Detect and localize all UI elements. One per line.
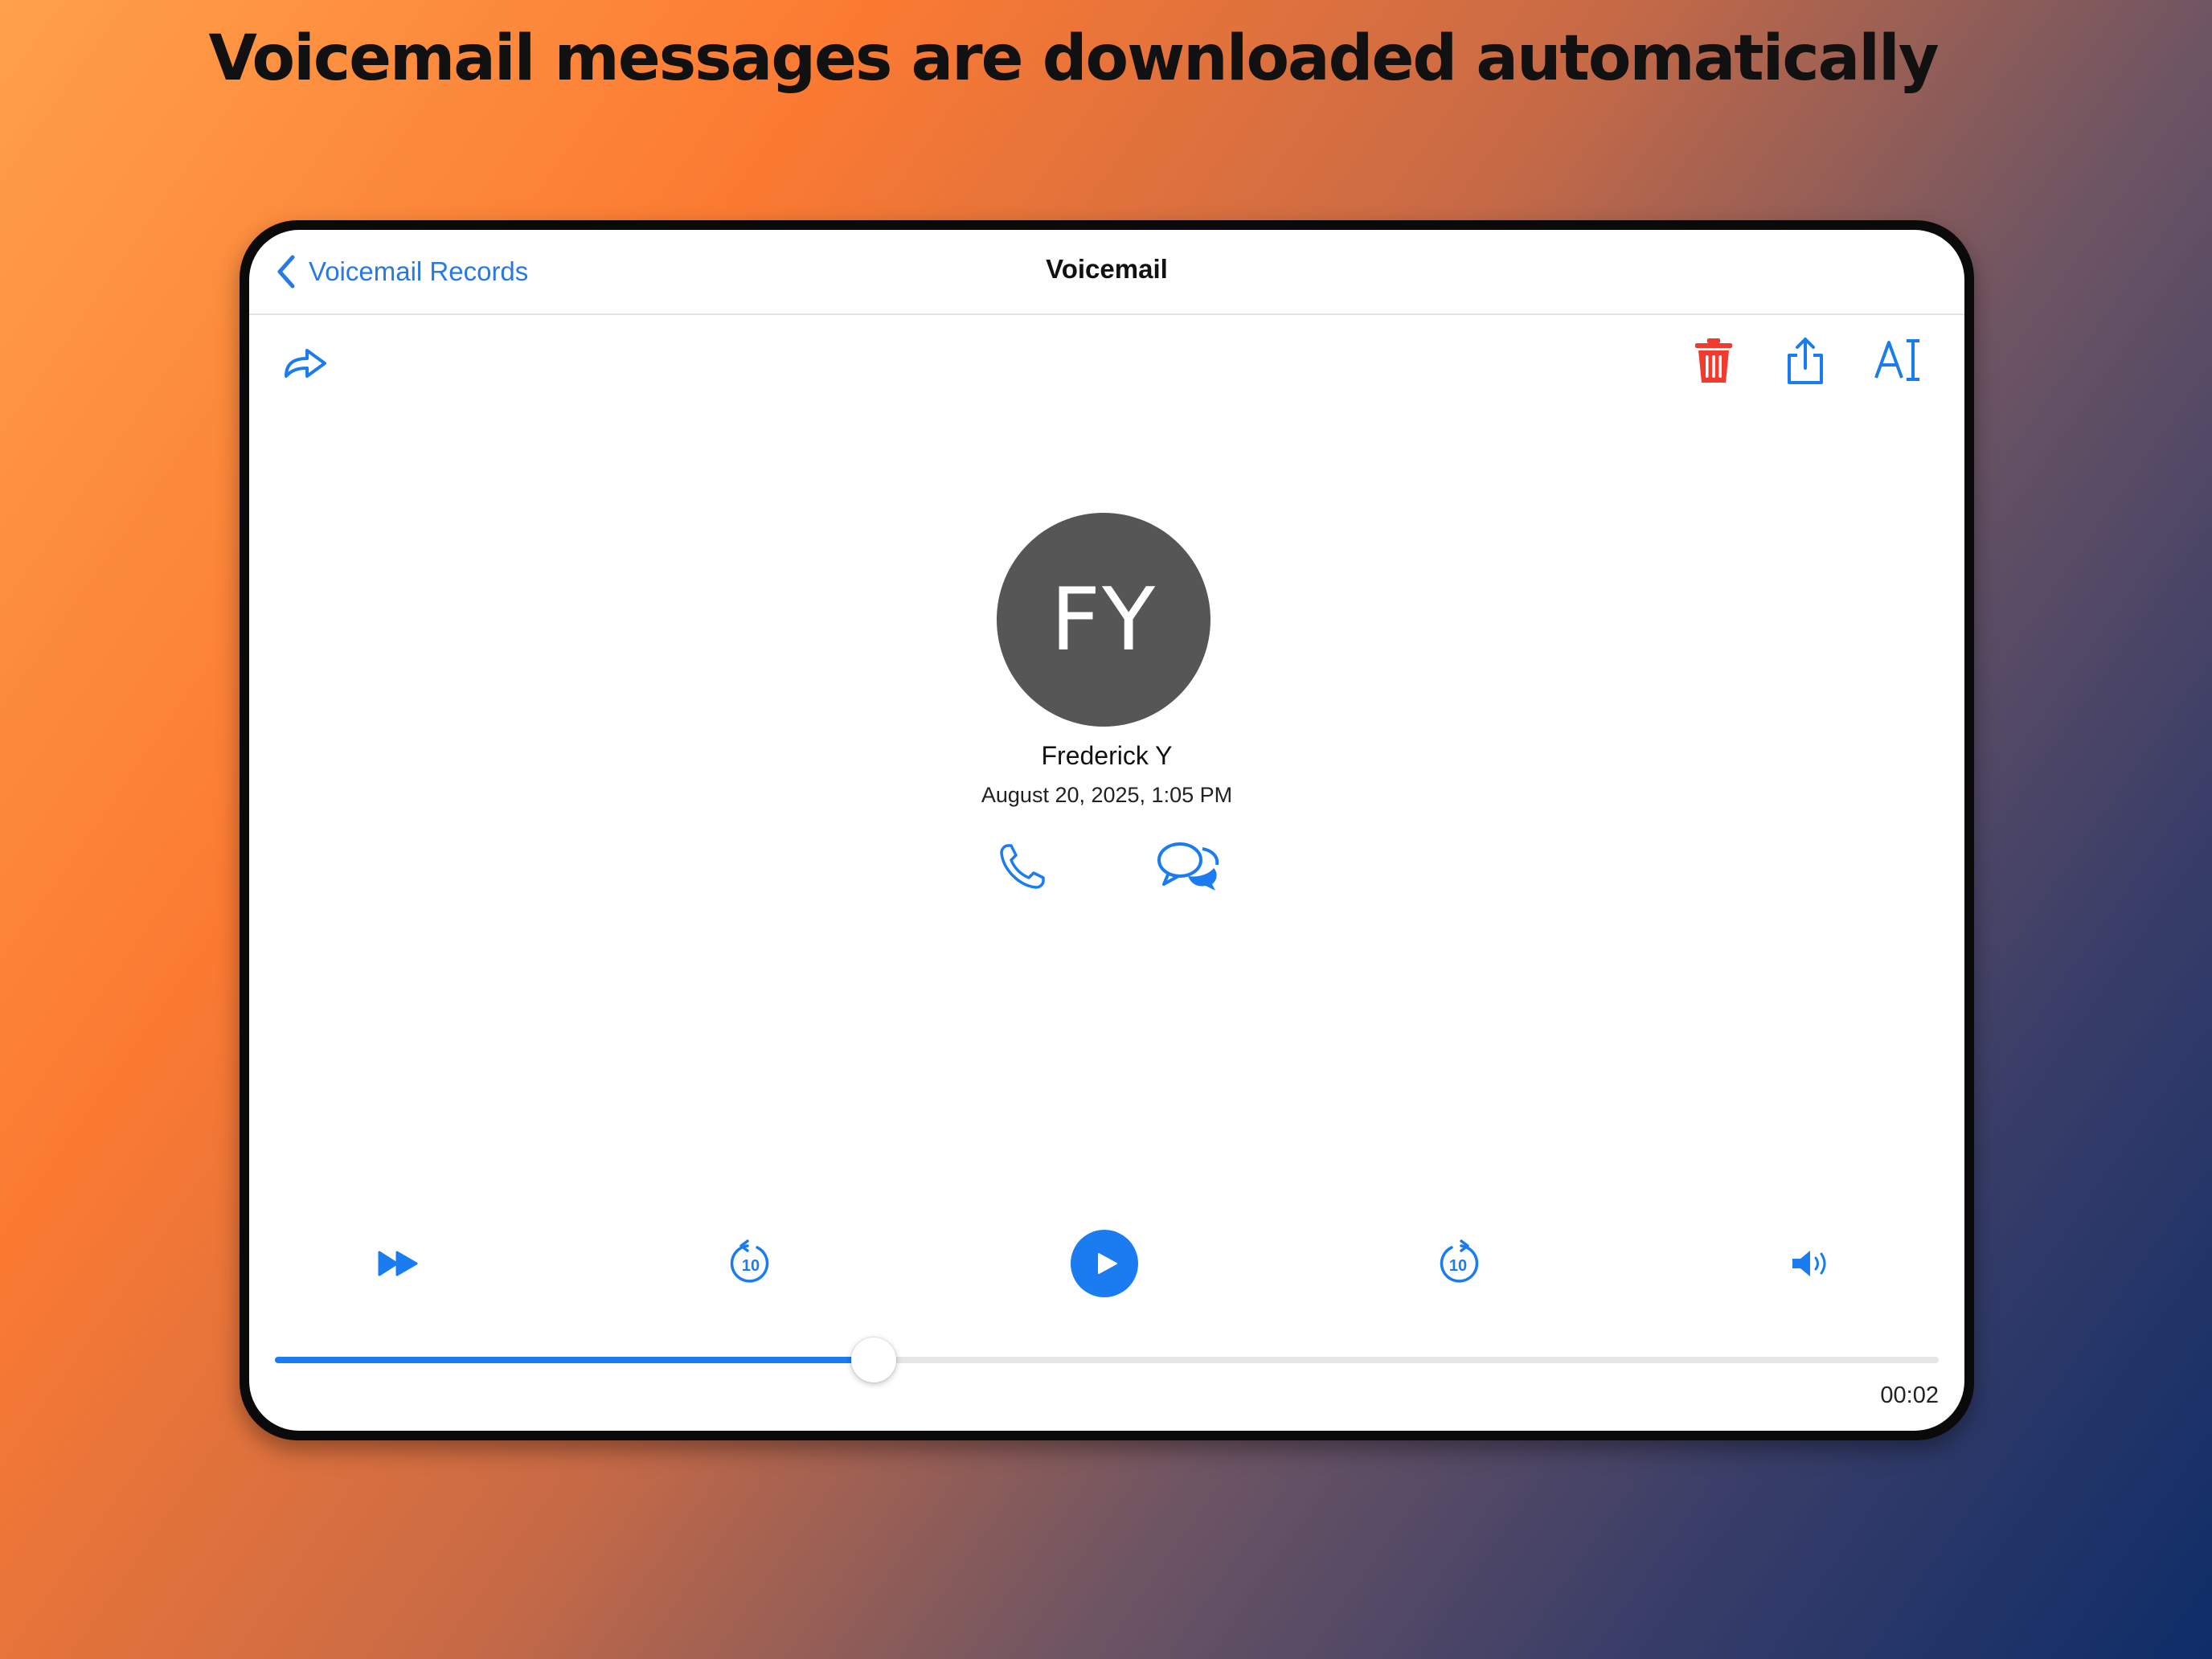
page-title: Voicemail <box>1046 254 1168 284</box>
text-transcribe-icon <box>1874 339 1919 381</box>
share-button[interactable] <box>1783 334 1828 387</box>
avatar: FY <box>997 513 1210 727</box>
phone-icon <box>1000 844 1045 889</box>
forward-button[interactable] <box>281 341 330 386</box>
page-headline: Voicemail messages are downloaded automa… <box>208 23 1939 95</box>
transcribe-button[interactable] <box>1873 336 1926 384</box>
volume-button[interactable] <box>1789 1247 1831 1280</box>
voicemail-screen: Voicemail Records Voicemail FY Frederick… <box>249 230 1964 1431</box>
chat-bubbles-icon <box>1157 842 1219 891</box>
voicemail-datetime: August 20, 2025, 1:05 PM <box>981 783 1233 807</box>
play-icon <box>1098 1253 1117 1274</box>
svg-text:10: 10 <box>1449 1257 1467 1275</box>
share-icon <box>1788 338 1823 384</box>
progress-thumb[interactable] <box>851 1337 897 1382</box>
rewind-10-icon: 10 <box>730 1239 769 1283</box>
skip-forward-10-icon: 10 <box>1440 1239 1479 1283</box>
playback-progress-bar[interactable] <box>275 1337 1939 1382</box>
navigation-bar: Voicemail Records Voicemail <box>249 230 1964 315</box>
fast-forward-icon <box>378 1251 418 1276</box>
forward-icon <box>285 349 326 378</box>
trash-icon <box>1695 338 1732 383</box>
message-button[interactable] <box>1156 839 1220 892</box>
skip-forward-10-button[interactable]: 10 <box>1436 1239 1481 1286</box>
caller-name: Frederick Y <box>1041 741 1173 770</box>
svg-text:10: 10 <box>742 1257 760 1275</box>
volume-icon <box>1792 1251 1826 1276</box>
call-button[interactable] <box>997 841 1048 892</box>
playback-time: 00:02 <box>1880 1382 1939 1408</box>
tablet-frame: Voicemail Records Voicemail FY Frederick… <box>240 220 1974 1440</box>
progress-fill <box>275 1357 875 1363</box>
delete-button[interactable] <box>1693 336 1735 386</box>
fast-forward-button[interactable] <box>376 1247 420 1280</box>
play-button[interactable] <box>1071 1230 1138 1297</box>
rewind-10-button[interactable]: 10 <box>728 1239 773 1286</box>
